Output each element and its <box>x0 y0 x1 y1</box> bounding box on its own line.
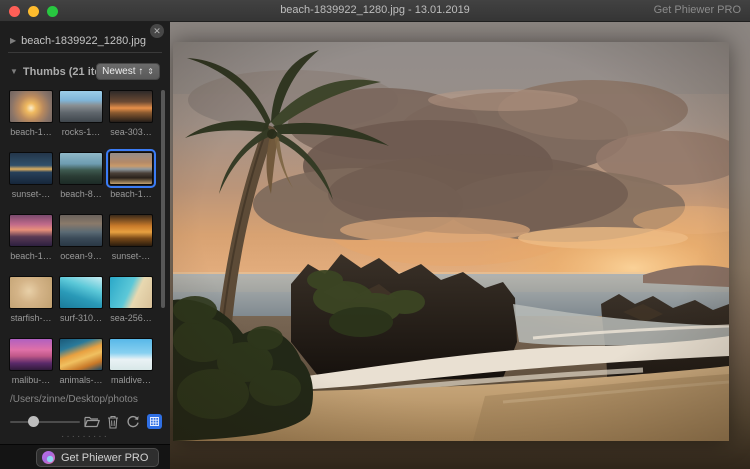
thumbnail-label: beach-1… <box>109 189 153 199</box>
thumbnail-image[interactable] <box>109 338 153 371</box>
app-window: beach-1839922_1280.jpg - 13.01.2019 Get … <box>0 0 750 469</box>
thumbs-view-toggle[interactable] <box>147 414 162 429</box>
thumb-size-slider-knob[interactable] <box>28 416 39 427</box>
thumbnail-label: rocks-1… <box>59 127 103 137</box>
thumbnail-label: sunset-… <box>109 251 153 261</box>
thumbnail-item[interactable]: sea-303… <box>109 90 153 137</box>
titlebar: beach-1839922_1280.jpg - 13.01.2019 Get … <box>0 0 750 22</box>
traffic-lights <box>9 6 58 17</box>
refresh-icon[interactable] <box>126 415 140 429</box>
thumbnail-label: sea-256… <box>109 313 153 323</box>
thumbnail-item[interactable]: ocean-9… <box>59 214 103 261</box>
thumbnail-label: beach-1… <box>9 251 53 261</box>
sidebar-toolbar <box>8 412 162 432</box>
thumbnail-item[interactable]: rocks-1… <box>59 90 103 137</box>
thumbnail-label: animals-… <box>59 375 103 385</box>
thumbnail-item[interactable]: starfish-… <box>9 276 53 323</box>
thumbnail-image[interactable] <box>59 276 103 309</box>
thumbnail-item[interactable]: maldive… <box>109 338 153 385</box>
thumbnail-image[interactable] <box>9 152 53 185</box>
thumbnail-label: ocean-9… <box>59 251 103 261</box>
sidebar: ✕ ▶beach-1839922_1280.jpg ▼Thumbs (21 it… <box>0 22 170 469</box>
thumbnail-label: surf-310… <box>59 313 103 323</box>
thumbnail-image[interactable] <box>9 338 53 371</box>
thumbnail-item[interactable]: malibu-… <box>9 338 53 385</box>
thumbnail-label: malibu-… <box>9 375 53 385</box>
thumbnail-item[interactable]: beach-1… <box>9 90 53 137</box>
thumbnail-item[interactable]: animals-… <box>59 338 103 385</box>
get-pro-button[interactable]: Get Phiewer PRO <box>36 448 159 467</box>
thumbs-scrollbar[interactable] <box>161 90 165 308</box>
zoom-window-button[interactable] <box>47 6 58 17</box>
get-pro-link[interactable]: Get Phiewer PRO <box>654 0 741 21</box>
thumbnail-item[interactable]: beach-8… <box>59 152 103 199</box>
bottom-bar: Get Phiewer PRO <box>0 444 170 469</box>
thumbnail-label: maldive… <box>109 375 153 385</box>
thumbnail-image[interactable] <box>59 214 103 247</box>
thumbnail-item[interactable]: beach-1… <box>109 152 153 199</box>
current-file-row[interactable]: ▶ beach-1839922_1280.jpg <box>10 35 146 47</box>
window-title: beach-1839922_1280.jpg - 13.01.2019 <box>0 0 750 21</box>
thumbnail-image[interactable] <box>9 214 53 247</box>
thumbnail-image[interactable] <box>59 90 103 123</box>
stepper-arrows-icon: ⇕ <box>147 67 154 76</box>
open-folder-icon[interactable] <box>84 415 100 428</box>
disclosure-collapsed-icon[interactable]: ▶ <box>10 36 16 45</box>
resize-handle[interactable]: ········· <box>0 433 170 441</box>
trash-icon[interactable] <box>107 415 119 429</box>
thumb-size-slider[interactable] <box>10 421 80 423</box>
main-photo <box>173 42 729 441</box>
phiewer-app-icon <box>42 451 55 464</box>
close-window-button[interactable] <box>9 6 20 17</box>
thumbnail-image[interactable] <box>109 276 153 309</box>
thumbnail-label: sunset-… <box>9 189 53 199</box>
close-sidebar-icon[interactable]: ✕ <box>150 24 164 38</box>
thumbnail-image-selected[interactable] <box>109 152 153 185</box>
image-viewer-backdrop <box>170 22 750 469</box>
thumbnail-item[interactable]: sea-256… <box>109 276 153 323</box>
get-pro-button-label: Get Phiewer PRO <box>61 452 148 464</box>
thumbnail-image[interactable] <box>109 214 153 247</box>
thumbnail-item[interactable]: surf-310… <box>59 276 103 323</box>
thumbnail-label: sea-303… <box>109 127 153 137</box>
thumbnail-image[interactable] <box>59 152 103 185</box>
sort-dropdown-label: Newest ↑ <box>102 66 143 77</box>
current-file-name: beach-1839922_1280.jpg <box>21 35 146 47</box>
thumbnail-label: beach-1… <box>9 127 53 137</box>
minimize-window-button[interactable] <box>28 6 39 17</box>
thumbnail-label: starfish-… <box>9 313 53 323</box>
sort-dropdown[interactable]: Newest ↑ ⇕ <box>96 63 160 80</box>
disclosure-expanded-icon[interactable]: ▼ <box>10 67 18 76</box>
grid-icon <box>150 417 159 426</box>
thumbnail-image[interactable] <box>109 90 153 123</box>
thumbnail-item[interactable]: sunset-… <box>9 152 53 199</box>
thumbnail-label: beach-8… <box>59 189 103 199</box>
thumbnail-item[interactable]: sunset-… <box>109 214 153 261</box>
folder-path: /Users/zinne/Desktop/photos <box>10 394 164 405</box>
thumbnail-image[interactable] <box>59 338 103 371</box>
thumbnail-grid: beach-1… rocks-1… sea-303… sunset-… beach-8…… <box>9 90 155 385</box>
thumbnail-image[interactable] <box>9 90 53 123</box>
thumbnail-item[interactable]: beach-1… <box>9 214 53 261</box>
thumbnail-image[interactable] <box>9 276 53 309</box>
divider <box>8 52 162 53</box>
